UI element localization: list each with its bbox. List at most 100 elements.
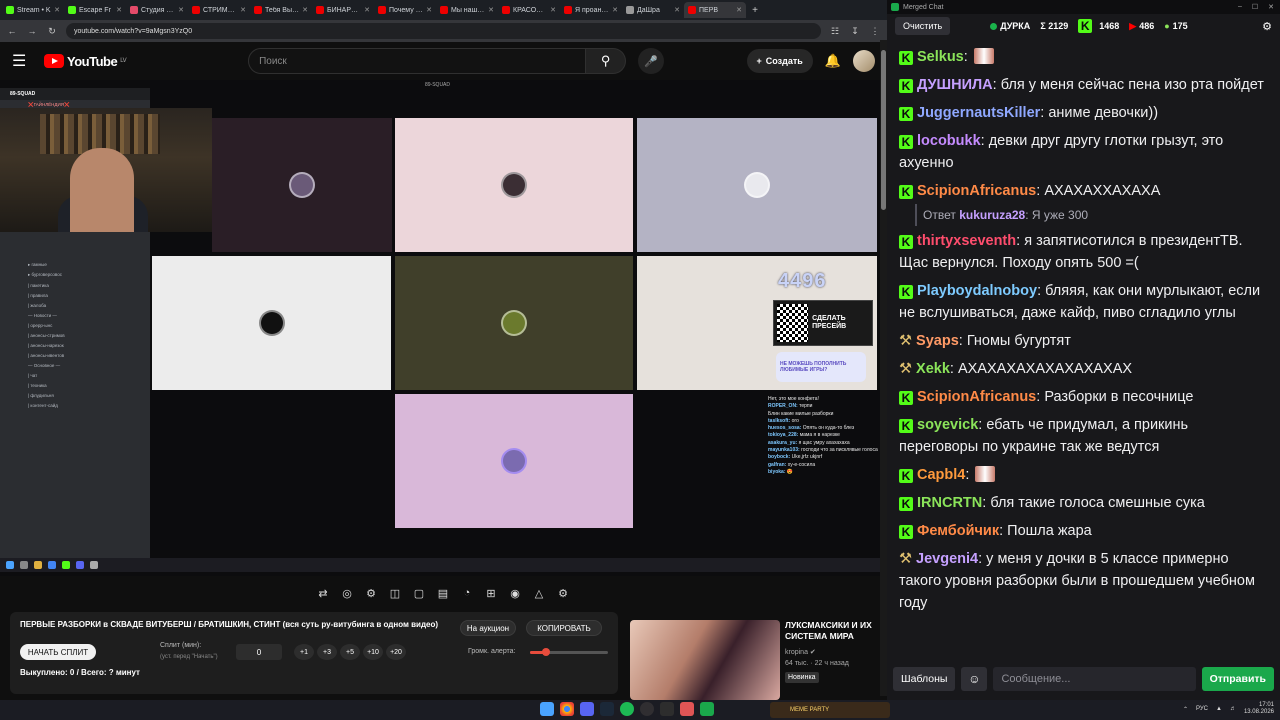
tab-close-icon[interactable]: ✕ <box>240 6 246 14</box>
increment-button[interactable]: +3 <box>317 644 337 660</box>
crop-icon[interactable]: ▢ <box>412 586 426 600</box>
discord-icon[interactable] <box>580 702 594 716</box>
recommended-channel[interactable]: kropina ✔ <box>785 648 816 656</box>
frame-icon[interactable]: ▤ <box>436 586 450 600</box>
app-icon[interactable] <box>680 702 694 716</box>
browser-tab[interactable]: ДаШра ✕ <box>622 2 684 18</box>
tab-close-icon[interactable]: ✕ <box>736 6 742 14</box>
search-input[interactable]: Поиск <box>248 48 587 74</box>
clock[interactable]: 17:01 13.08.2026 <box>1244 702 1274 716</box>
tab-close-icon[interactable]: ✕ <box>550 6 556 14</box>
browser-tab[interactable]: КРАСОТА…✕ <box>498 2 560 18</box>
increment-button[interactable]: +5 <box>340 644 360 660</box>
new-tab-icon[interactable]: + <box>746 5 764 16</box>
browser-tab[interactable]: Escape Fr ✕ <box>64 2 126 18</box>
chat-nick[interactable]: soyevick <box>917 417 978 433</box>
voice-search-button[interactable]: 🎤 <box>638 48 665 74</box>
tab-close-icon[interactable]: ✕ <box>302 6 308 14</box>
back-icon[interactable]: ← <box>6 26 18 36</box>
search-button[interactable]: ⚲ <box>586 48 627 74</box>
notifications-icon[interactable]: 🔔 <box>825 53 841 69</box>
tab-close-icon[interactable]: ✕ <box>612 6 618 14</box>
chat-nick[interactable]: locobukk <box>917 133 981 149</box>
recommended-title[interactable]: ЛУКСМАКСИКИ И ИХ СИСТЕМА МИРА <box>785 620 885 642</box>
obs-icon[interactable] <box>640 702 654 716</box>
steam-icon[interactable] <box>600 702 614 716</box>
send-button[interactable]: Отправить <box>1201 667 1274 691</box>
split-input[interactable]: 0 <box>236 644 282 660</box>
reply-nick[interactable]: kukuruza28 <box>959 208 1025 222</box>
language-indicator[interactable]: РУС <box>1196 706 1208 712</box>
avatar[interactable] <box>853 50 875 72</box>
tab-close-icon[interactable]: ✕ <box>674 6 680 14</box>
forward-icon[interactable]: → <box>26 26 38 36</box>
app-icon[interactable] <box>700 702 714 716</box>
speedometer-icon[interactable]: ◔ <box>460 586 474 600</box>
auction-button[interactable]: На аукцион <box>460 620 516 636</box>
browser-tab[interactable]: Мы нашл… ✕ <box>436 2 498 18</box>
increment-button[interactable]: +20 <box>386 644 406 660</box>
settings-video-icon[interactable]: ⚙ <box>364 586 378 600</box>
app-icon[interactable] <box>660 702 674 716</box>
tab-close-icon[interactable]: ✕ <box>364 6 370 14</box>
reload-icon[interactable]: ↻ <box>46 26 58 37</box>
broadcast-icon[interactable]: ◎ <box>340 586 354 600</box>
tab-close-icon[interactable]: ✕ <box>426 6 432 14</box>
camera-icon[interactable]: ◉ <box>508 586 522 600</box>
video-thumbnail[interactable] <box>630 620 780 700</box>
message-input[interactable]: Сообщение... <box>993 667 1196 691</box>
chat-nick[interactable]: Capbl4 <box>917 467 965 483</box>
volume-slider[interactable] <box>530 648 608 656</box>
chevron-up-icon[interactable]: ⌃ <box>1183 706 1188 713</box>
video-player[interactable]: 89-SQUAD 89-SQUAD ❌ГАЙНЛЁНДИЯ❌ ▸ гамные ▸ … <box>0 80 880 576</box>
page-scrollbar[interactable] <box>880 40 887 696</box>
chat-nick[interactable]: ScipionAfricanus <box>917 389 1036 405</box>
clear-button[interactable]: Очистить <box>895 17 951 35</box>
download-icon[interactable]: ↧ <box>849 26 861 37</box>
tab-close-icon[interactable]: ✕ <box>116 6 122 14</box>
gear-icon[interactable]: ⚙ <box>556 586 570 600</box>
url-field[interactable]: youtube.com/watch?v=9aMgsn3YzQ0 <box>66 23 821 39</box>
menu-dots-icon[interactable]: ⋮ <box>869 26 881 37</box>
copy-button[interactable]: КОПИРОВАТЬ <box>526 620 602 636</box>
chat-nick[interactable]: ДУШНИЛА <box>917 77 993 93</box>
recommended-video[interactable]: ЛУКСМАКСИКИ И ИХ СИСТЕМА МИРА kropina ✔ … <box>630 620 887 700</box>
chat-nick[interactable]: ScipionAfricanus <box>917 183 1036 199</box>
chat-nick[interactable]: Playboydalnoboy <box>917 283 1037 299</box>
extensions-icon[interactable]: ☷ <box>829 26 841 37</box>
chat-nick[interactable]: Selkus <box>917 49 964 65</box>
chat-nick[interactable]: Syaps <box>916 333 959 349</box>
maximize-icon[interactable]: ☐ <box>1252 3 1258 11</box>
tab-close-icon[interactable]: ✕ <box>488 6 494 14</box>
meme-party-widget[interactable]: MEME PARTY <box>770 702 890 718</box>
tab-close-icon[interactable]: ✕ <box>54 6 60 14</box>
add-clip-icon[interactable]: ⊞ <box>484 586 498 600</box>
browser-tab[interactable]: БИНАРН… ✕ <box>312 2 374 18</box>
browser-tab[interactable]: Почему Я…✕ <box>374 2 436 18</box>
volume-knob[interactable] <box>541 648 550 656</box>
start-split-button[interactable]: НАЧАТЬ СПЛИТ <box>20 644 96 660</box>
chat-nick[interactable]: Jevgeni4 <box>916 551 978 567</box>
chrome-icon[interactable] <box>560 702 574 716</box>
chat-nick[interactable]: JuggernautsKiller <box>917 105 1040 121</box>
chat-nick[interactable]: Фембойчик <box>917 523 999 539</box>
volume-icon[interactable]: ♬ <box>1230 706 1236 712</box>
wifi-icon[interactable]: ▲ <box>1216 706 1222 712</box>
menu-icon[interactable]: ☰ <box>12 51 32 71</box>
scrollbar-thumb[interactable] <box>881 50 886 210</box>
browser-tab[interactable]: Студия … ✕ <box>126 2 188 18</box>
chat-nick[interactable]: IRNCRTN <box>917 495 982 511</box>
create-button[interactable]: + Создать <box>746 49 813 73</box>
increment-button[interactable]: +10 <box>363 644 383 660</box>
browser-tab[interactable]: Тебя Выу… ✕ <box>250 2 312 18</box>
browser-tab[interactable]: СТРИМЕР…✕ <box>188 2 250 18</box>
spotify-icon[interactable] <box>620 702 634 716</box>
emoji-button[interactable]: ☺ <box>961 667 988 691</box>
clapper-icon[interactable]: ◫ <box>388 586 402 600</box>
settings-icon[interactable]: ⚙ <box>1262 20 1272 33</box>
browser-tab[interactable]: Stream • K ✕ <box>2 2 64 18</box>
youtube-logo[interactable]: YouTube LV <box>44 54 127 69</box>
flask-icon[interactable]: △ <box>532 586 546 600</box>
increment-button[interactable]: +1 <box>294 644 314 660</box>
minimize-icon[interactable]: – <box>1238 3 1242 11</box>
